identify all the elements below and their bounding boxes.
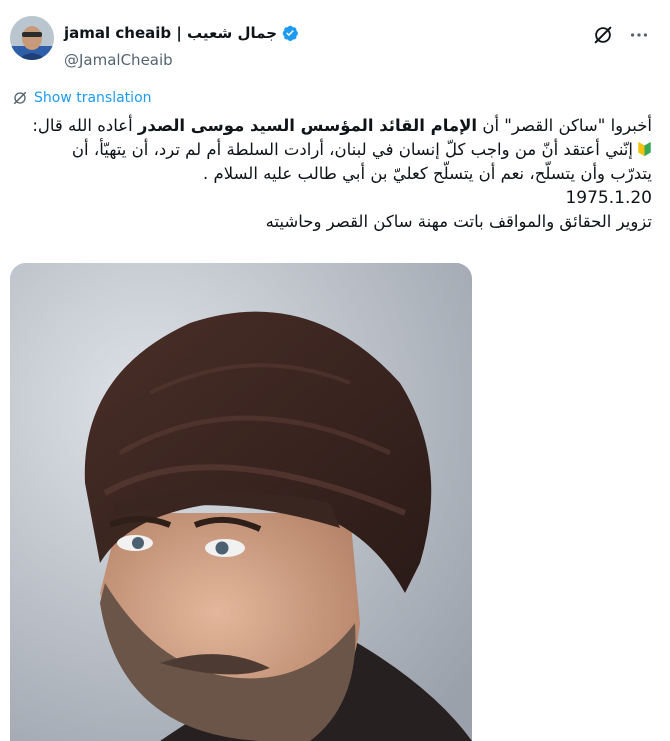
tweet-bold-name: الإمام القائد المؤسس السيد موسى الصدر — [137, 116, 478, 135]
show-translation-link[interactable]: Show translation — [12, 90, 152, 106]
translate-icon — [13, 91, 27, 105]
avatar[interactable] — [10, 16, 54, 60]
tweet-line-2: إنّني أعتقد أنّ من واجب كلّ إنسان في لبن… — [10, 138, 652, 162]
tweet-date: 1975.1.20 — [565, 188, 652, 208]
tweet-line-1: أخبروا "ساكن القصر" أن الإمام القائد الم… — [32, 116, 652, 135]
verified-badge-icon — [282, 25, 298, 41]
tweet-text: أخبروا "ساكن القصر" أن الإمام القائد الم… — [10, 114, 652, 234]
grok-icon[interactable] — [592, 24, 614, 46]
show-translation-label[interactable]: Show translation — [34, 90, 152, 106]
tweet-image[interactable] — [10, 263, 472, 741]
portrait-image — [10, 263, 472, 741]
tweet-line-5: تزوير الحقائق والمواقف باتت مهنة ساكن ال… — [265, 212, 652, 231]
author-handle[interactable]: @JamalCheaib — [64, 51, 173, 69]
beginner-badge-emoji-icon — [638, 141, 651, 157]
more-icon[interactable] — [628, 24, 650, 46]
author-display-name[interactable]: jamal cheaib | جمال شعيب — [64, 24, 277, 42]
tweet-header: jamal cheaib | جمال شعيب @JamalCheaib — [10, 14, 660, 74]
tweet-line-3: يتدرّب وأن يتسلّح، نعم أن يتسلّح كعليّ ب… — [203, 164, 652, 183]
